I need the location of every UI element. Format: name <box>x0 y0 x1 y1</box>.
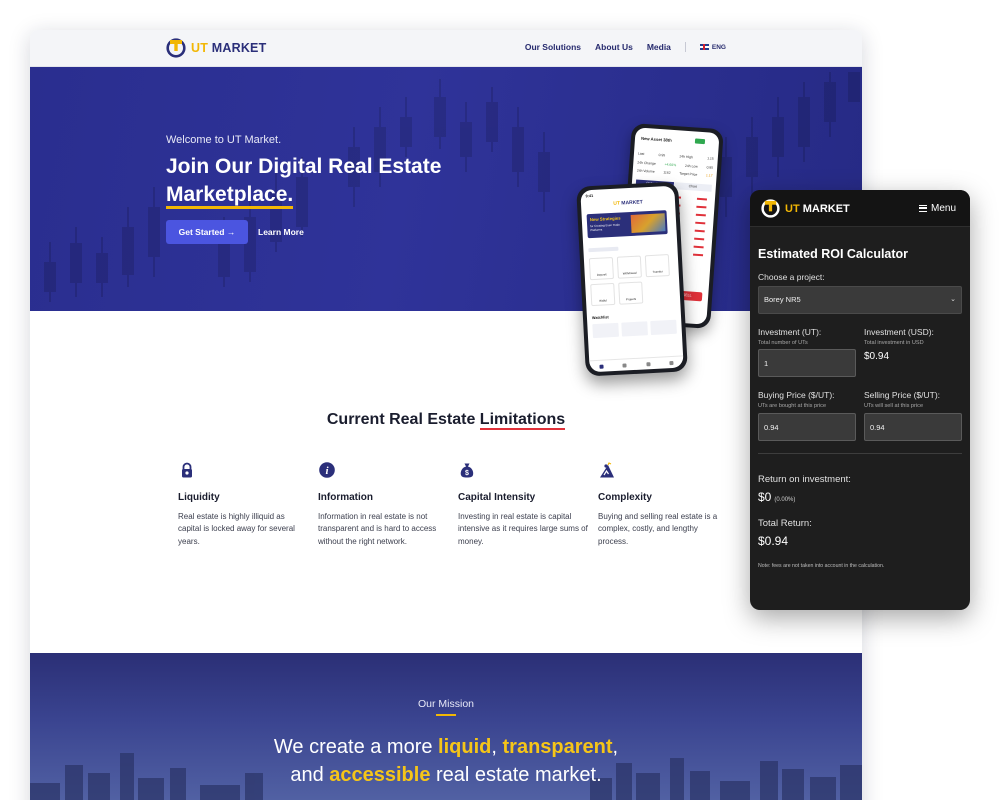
project-select-value: Borey NR5 <box>764 295 801 304</box>
hero-title: Join Our Digital Real Estate Marketplace. <box>166 153 496 209</box>
roi-label: Return on investment: <box>758 474 851 485</box>
search-placeholder <box>588 246 619 253</box>
investment-ut-input[interactable]: 1 <box>758 349 856 377</box>
selling-price-input[interactable]: 0.94 <box>864 413 962 441</box>
asset-stats: Last 0.95 24h High 1.15 24h Change +4.60% 24h… <box>636 151 714 178</box>
limitation-text: Buying and selling real estate is a comp… <box>598 512 718 546</box>
asset-header: New Asset 38th <box>640 135 672 143</box>
banner-image <box>630 213 666 233</box>
limitations-heading: Current Real Estate Limitations <box>326 411 566 430</box>
roi-calculator-panel: UT MARKET Menu Estimated ROI Calculator … <box>750 190 970 610</box>
tile-projects[interactable]: Projects <box>618 281 644 305</box>
language-label: ENG <box>711 43 726 51</box>
status-time: 9:41 <box>585 193 594 199</box>
get-started-button[interactable]: Get Started → <box>166 220 248 244</box>
website-frame: UT MARKET Our Solutions About Us Media E… <box>30 30 862 800</box>
calculator-title: Estimated ROI Calculator <box>758 247 909 261</box>
money-bag-icon: $ <box>460 463 474 478</box>
calculator-brand-logo[interactable]: UT MARKET <box>761 199 850 218</box>
hero-section: Welcome to UT Market. Join Our Digital R… <box>30 67 862 311</box>
phone-mockup-app: 9:41 UT MARKET New Strategies for Creati… <box>576 181 688 377</box>
mission-section: Our Mission We create a more liquid, tra… <box>30 653 862 800</box>
watchlist-cards <box>592 319 677 339</box>
climber-icon <box>600 462 614 478</box>
calculator-divider <box>758 453 962 454</box>
total-return-label: Total Return: <box>758 518 812 529</box>
promo-banner[interactable]: New Strategies for Creating Even Trade P… <box>586 210 668 239</box>
mission-accent-line <box>436 714 456 716</box>
lock-icon <box>182 462 192 478</box>
nav-links: Our Solutions About Us Media ENG <box>525 42 726 52</box>
project-select[interactable]: Borey NR5 ⌄ <box>758 286 962 314</box>
limitations-grid: Liquidity Real estate is highly illiquid… <box>178 462 738 548</box>
nav-media[interactable]: Media <box>647 42 671 52</box>
page: UT MARKET Our Solutions About Us Media E… <box>0 0 1000 800</box>
nav-about-us[interactable]: About Us <box>595 42 633 52</box>
learn-more-link[interactable]: Learn More <box>258 227 304 237</box>
limitation-title: Capital Intensity <box>458 492 536 503</box>
tile-deposit[interactable]: Deposit <box>588 256 614 281</box>
language-switcher[interactable]: ENG <box>699 43 726 51</box>
limitation-title: Complexity <box>598 492 652 503</box>
mission-kicker: Our Mission <box>417 698 474 710</box>
tile-wallet[interactable]: Wallet <box>590 282 616 307</box>
status-chip <box>694 138 706 145</box>
selling-price-label: Selling Price ($/UT): <box>864 390 941 400</box>
limitation-title: Liquidity <box>178 492 220 503</box>
menu-label: Menu <box>930 203 956 214</box>
nav-divider <box>684 42 686 52</box>
brand-name: UT MARKET <box>785 202 850 215</box>
action-tiles: Deposit Withdrawal Transfer Wallet Proje… <box>588 254 677 307</box>
limitation-text: Real estate is highly illiquid as capita… <box>178 512 295 546</box>
fees-note: Note: fees are not taken into account in… <box>758 563 885 569</box>
watchlist-heading: Watchlist <box>591 315 609 321</box>
ut-logo-icon <box>166 38 186 58</box>
limitation-complexity: Complexity Buying and selling real estat… <box>598 462 738 548</box>
hamburger-icon <box>918 205 927 212</box>
buying-price-label: Buying Price ($/UT): <box>758 390 835 400</box>
brand-logo[interactable]: UT MARKET <box>166 38 266 58</box>
project-label: Choose a project: <box>758 272 825 282</box>
calculator-header: UT MARKET Menu <box>750 190 970 227</box>
app-tab-bar <box>589 355 684 373</box>
buying-price-input[interactable]: 0.94 <box>758 413 856 441</box>
investment-ut-label: Investment (UT): <box>758 327 822 337</box>
ut-logo-icon <box>761 199 780 218</box>
tile-withdrawal[interactable]: Withdrawal <box>616 255 642 279</box>
investment-usd-label: Investment (USD): <box>864 327 934 337</box>
tile-transfer[interactable]: Transfer <box>644 254 670 278</box>
nav-our-solutions[interactable]: Our Solutions <box>525 42 581 52</box>
limitation-capital-intensity: $ Capital Intensity Investing in real es… <box>458 462 598 548</box>
limitation-information: i Information Information in real estate… <box>318 462 458 548</box>
roi-value: $0 (0.00%) <box>758 490 796 504</box>
limitation-liquidity: Liquidity Real estate is highly illiquid… <box>178 462 318 548</box>
brand-name: UT MARKET <box>191 41 267 55</box>
selling-price-hint: UTs will sell at this price <box>864 403 924 409</box>
limitation-text: Investing in real estate is capital inte… <box>458 512 588 546</box>
menu-button[interactable]: Menu <box>918 203 956 214</box>
mission-statement: We create a more liquid, transparent, an… <box>273 736 619 786</box>
svg-text:$: $ <box>465 470 469 477</box>
limitation-text: Information in real estate is not transp… <box>318 512 437 546</box>
tab-chart[interactable]: Chart <box>673 182 712 192</box>
hero-welcome-text: Welcome to UT Market. <box>166 134 282 146</box>
total-return-value: $0.94 <box>758 534 789 548</box>
investment-usd-hint: Total investment in USD <box>864 340 924 346</box>
buying-price-hint: UTs are bought at this price <box>758 403 827 409</box>
uk-flag-icon <box>699 44 709 50</box>
investment-ut-hint: Total number of UTs <box>758 340 808 346</box>
app-home-screen: 9:41 UT MARKET New Strategies for Creati… <box>580 185 684 373</box>
chevron-down-icon: ⌄ <box>950 296 956 303</box>
limitation-title: Information <box>318 492 373 503</box>
top-navbar: UT MARKET Our Solutions About Us Media E… <box>30 30 862 67</box>
info-icon: i <box>319 462 335 478</box>
investment-usd-value: $0.94 <box>864 351 890 362</box>
app-brand: UT MARKET <box>613 199 643 207</box>
